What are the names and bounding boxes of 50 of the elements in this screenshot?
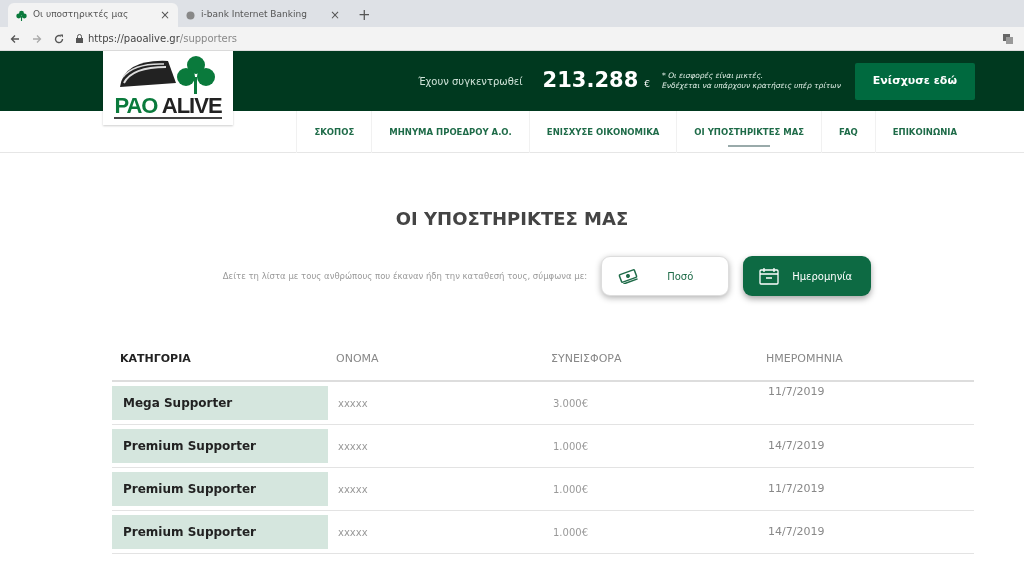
table-cell-text: xxxxx [337,525,369,540]
clover-icon [16,9,27,21]
lock-icon [76,34,83,43]
nav-link[interactable]: ΟΙ ΥΠΟΣΤΗΡΙΚΤΕΣ ΜΑΣ [676,111,822,153]
raised-amount: 213.288 [542,67,639,95]
logo-panel[interactable]: PAO ALIVE [103,51,233,125]
table-cell-text: 1.000€ [552,439,589,454]
browser-tab[interactable]: Οι υποστηρικτές μας × [8,3,178,27]
category-tag: Premium Supporter [112,515,328,549]
table-cell-text: 1.000€ [552,482,589,497]
page-title: ΟΙ ΥΠΟΣΤΗΡΙΚΤΕΣ ΜΑΣ [395,208,629,229]
nav-link[interactable]: ΜΗΝΥΜΑ ΠΡΟΕΔΡΟΥ Α.Ο. [371,111,529,153]
tab-title: Οι υποστηρικτές μας [33,8,129,22]
category-tag: Premium Supporter [112,429,328,463]
nav-link[interactable]: ΕΝΙΣΧΥΣΕ ΟΙΚΟΝΟΜΙΚΑ [528,111,677,153]
logo-text: PAO ALIVE [114,95,222,119]
close-tab-button[interactable]: × [329,6,340,24]
column-header: ΟΝΟΜΑ [335,350,380,367]
category-tag: Premium Supporter [112,472,328,506]
browser-tab[interactable]: i-bank Internet Banking × [178,3,348,27]
table-cell-text: 11/7/2019 [767,480,826,497]
tab-title: i-bank Internet Banking [201,8,307,22]
sort-option[interactable]: Ποσό [601,256,730,296]
nav-link[interactable]: ΕΠΙΚΟΙΝΩΝΙΑ [874,111,974,153]
back-icon[interactable] [10,33,20,44]
new-tab-button[interactable]: + [348,3,381,27]
currency: € [644,78,650,92]
category-tag: Mega Supporter [112,386,328,420]
table-cell-text: 14/7/2019 [767,523,826,540]
url-text[interactable]: https://paoalive.gr/supporters [88,31,238,46]
table-cell-text: xxxxx [337,439,369,454]
donate-button[interactable]: Ενίσχυσε εδώ [854,62,975,100]
column-header: ΗΜΕΡΟΜΗΝΙΑ [765,350,844,367]
raised-label: Έχουν συγκεντρωθεί [418,74,523,89]
table-cell-text: 3.000€ [552,396,589,411]
banknotes-icon [618,268,639,284]
nav-link[interactable]: ΣΚΟΠΟΣ [296,111,372,153]
nav-link[interactable]: FAQ [821,111,875,153]
sort-option[interactable]: Ημερομηνία [743,256,872,296]
sort-label: Δείτε τη λίστα με τους ανθρώπους που έκαναν ήδη την καταθεσή τους, σύμφωνα με: [222,269,588,283]
close-tab-button[interactable]: × [159,6,170,24]
table-cell-text: xxxxx [337,482,369,497]
table-cell-text: 1.000€ [552,525,589,540]
table-cell-text: xxxxx [337,396,369,411]
reload-icon[interactable] [54,33,64,44]
calendar-icon [759,267,780,285]
column-header: ΚΑΤΗΓΟΡΙΑ [119,350,192,367]
column-header: ΣΥΝΕΙΣΦΟΡΑ [550,350,623,367]
table-cell-text: 14/7/2019 [767,437,826,454]
table-cell-text: 11/7/2019 [767,384,826,400]
